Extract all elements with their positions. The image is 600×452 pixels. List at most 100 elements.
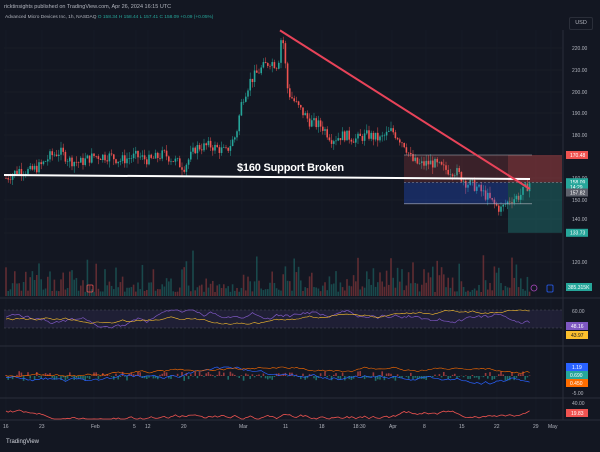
- candle-body: [64, 151, 67, 162]
- macd-bar: [165, 372, 168, 376]
- macd-bar: [350, 376, 353, 380]
- volume-bar: [357, 257, 359, 296]
- macd-bar: [38, 376, 40, 378]
- volume-bar: [102, 291, 104, 296]
- candle-body: [143, 155, 146, 160]
- macd-bar: [110, 376, 113, 377]
- candle-body: [172, 161, 174, 162]
- volume-bar: [183, 267, 185, 296]
- candle-body: [179, 158, 181, 168]
- candle-body: [130, 158, 133, 159]
- candle-body: [337, 138, 339, 141]
- volume-bar: [66, 288, 69, 296]
- price-tick-label: 210.00: [572, 68, 588, 74]
- candle-body: [256, 70, 258, 73]
- candle-body: [128, 158, 130, 159]
- candle-body: [157, 152, 159, 158]
- candle-body: [253, 70, 256, 83]
- candle-body: [275, 68, 278, 69]
- volume-bar: [493, 266, 496, 296]
- volume-bar: [141, 264, 144, 296]
- candle-body: [374, 132, 377, 140]
- candle-body: [97, 156, 100, 159]
- price-chart[interactable]: 120.00130.00140.00150.00160.00170.00180.…: [0, 0, 600, 452]
- candle-body: [264, 62, 267, 64]
- candle-body: [88, 155, 91, 163]
- volume-bar: [500, 283, 502, 296]
- volume-bar: [143, 291, 146, 296]
- candle-body: [33, 165, 36, 170]
- candle-body: [370, 132, 372, 139]
- volume-bar: [18, 283, 20, 296]
- candle-body: [350, 139, 353, 142]
- volume-bar: [135, 291, 137, 296]
- volume-bar: [275, 288, 278, 296]
- macd-bar: [7, 376, 9, 380]
- macd-bar: [161, 373, 163, 376]
- macd-bar: [484, 372, 487, 376]
- candle-body: [344, 131, 346, 141]
- candle-body: [190, 151, 192, 160]
- volume-bar: [75, 278, 78, 296]
- macd-bar: [121, 371, 124, 376]
- volume-bar: [179, 287, 181, 296]
- candle-body: [392, 128, 394, 133]
- macd-bar: [454, 373, 456, 376]
- volume-bar: [218, 284, 221, 296]
- volume-bar: [410, 283, 412, 296]
- volume-bar: [132, 284, 135, 296]
- volume-bar: [487, 289, 489, 296]
- candle-body: [214, 144, 216, 151]
- volume-bar: [308, 276, 311, 296]
- candle-body: [379, 136, 381, 141]
- candle-body: [161, 150, 163, 159]
- macd-bar: [148, 376, 150, 378]
- volume-bar: [379, 272, 381, 296]
- volume-bar: [99, 291, 102, 296]
- volume-bar: [313, 287, 315, 296]
- price-tick-label: 140.00: [572, 217, 588, 223]
- volume-bar: [91, 289, 93, 296]
- candle-body: [170, 161, 172, 162]
- macd-bar: [449, 376, 452, 378]
- macd-bar: [524, 376, 526, 380]
- volume-bar: [322, 285, 324, 296]
- macd-bar: [434, 374, 436, 376]
- volume-bar: [326, 290, 328, 296]
- volume-bar: [95, 263, 97, 296]
- candle-body: [335, 140, 337, 142]
- event-marker: [546, 284, 554, 293]
- volume-bar: [137, 282, 139, 296]
- tradingview-logo[interactable]: TradingView: [6, 439, 39, 445]
- macd-bar: [190, 374, 192, 376]
- candle-body: [152, 157, 155, 159]
- volume-bar: [262, 290, 265, 296]
- macd-bar: [132, 374, 135, 376]
- candle-body: [99, 158, 102, 160]
- candle-body: [390, 128, 392, 131]
- volume-bar: [44, 288, 47, 296]
- candle-body: [249, 78, 251, 91]
- macd-bar: [82, 376, 84, 380]
- volume-bar: [60, 279, 62, 296]
- volume-bar: [427, 272, 430, 296]
- price-tag: 133.73: [570, 231, 586, 237]
- volume-bar: [513, 277, 515, 296]
- macd-line: [6, 366, 530, 385]
- macd-bar: [440, 376, 443, 378]
- macd-bar: [170, 376, 172, 379]
- macd-bar: [324, 371, 326, 376]
- candle-body: [192, 147, 194, 152]
- volume-bar: [31, 271, 34, 296]
- macd-bar: [256, 375, 258, 376]
- volume-bar: [69, 271, 71, 296]
- time-tick-label: May: [548, 424, 558, 430]
- candle-body: [137, 150, 139, 158]
- candle-body: [168, 156, 170, 162]
- candle-body: [396, 138, 399, 140]
- candle-body: [102, 154, 104, 160]
- volume-bar: [396, 267, 399, 296]
- price-tag: 157.82: [570, 190, 586, 196]
- volume-bar: [267, 289, 269, 296]
- candle-body: [238, 115, 240, 132]
